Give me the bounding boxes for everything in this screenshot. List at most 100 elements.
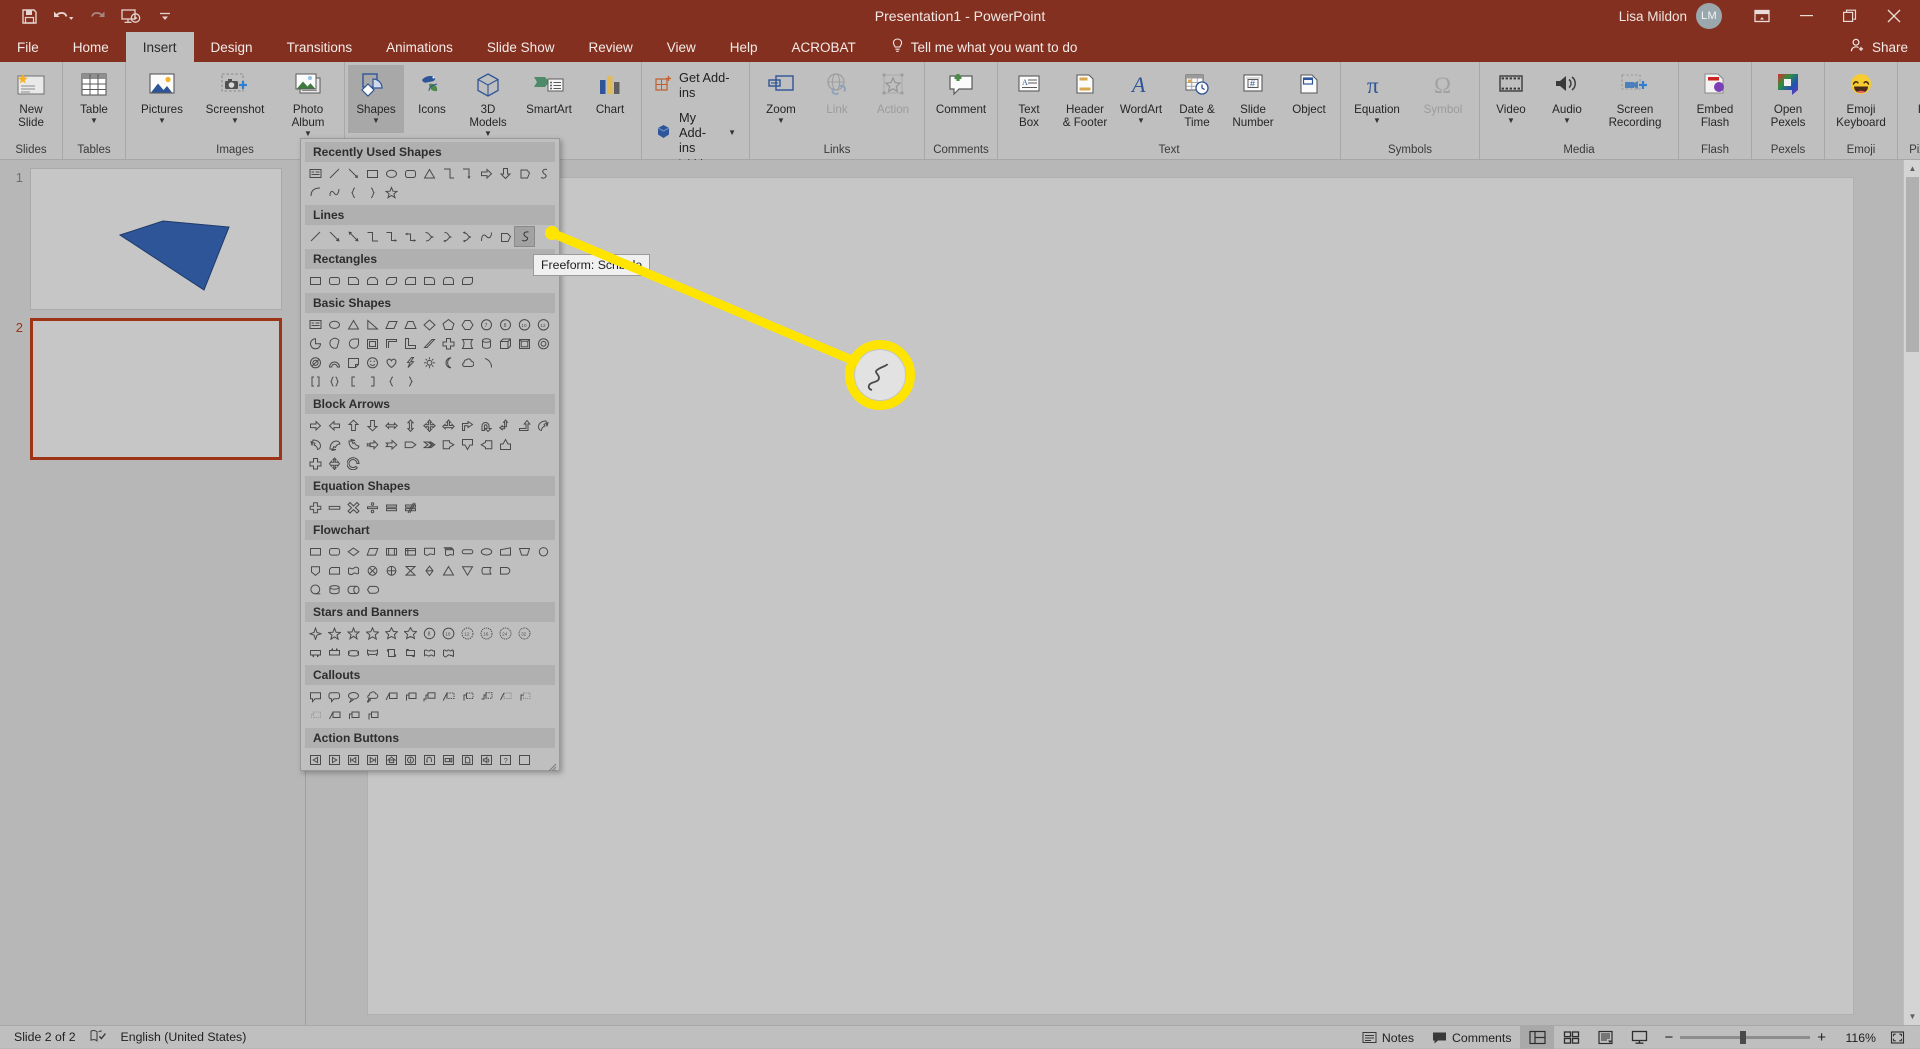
shape-snip-same-side-corner-rectangle[interactable] <box>363 271 382 290</box>
tab-review[interactable]: Review <box>571 32 649 62</box>
shape-line-callout-3-accent-bar[interactable] <box>477 687 496 706</box>
shape-snip-and-round-single-corner-rectangle[interactable] <box>401 271 420 290</box>
shape-octagon[interactable]: 8 <box>496 315 515 334</box>
shape-isosceles-triangle[interactable] <box>420 164 439 183</box>
chart-button[interactable]: Chart <box>582 65 638 133</box>
shape-flowchart-sort[interactable] <box>420 561 439 580</box>
shape-flowchart-card[interactable] <box>325 561 344 580</box>
shape-left-arrow-callout[interactable] <box>477 435 496 454</box>
shape-star-8-point[interactable] <box>382 624 401 643</box>
shape-right-triangle[interactable] <box>363 315 382 334</box>
chevron-down-icon[interactable]: ▼ <box>231 117 239 125</box>
fit-slide-to-window-button[interactable] <box>1880 1026 1914 1049</box>
shape-quad-arrow[interactable] <box>420 416 439 435</box>
tab-home[interactable]: Home <box>56 32 126 62</box>
shape-diamond[interactable] <box>420 315 439 334</box>
normal-view-button[interactable] <box>1520 1026 1554 1049</box>
shape-line-callout-2-accent-bar[interactable] <box>458 687 477 706</box>
chevron-down-icon[interactable]: ▼ <box>777 117 785 125</box>
shape-equal[interactable] <box>382 498 401 517</box>
shape-flowchart-punched-tape[interactable] <box>344 561 363 580</box>
shape-line-callout-3-no-border[interactable] <box>306 706 325 725</box>
chevron-down-icon[interactable]: ▼ <box>1563 117 1571 125</box>
shape-rectangle[interactable] <box>363 164 382 183</box>
shape-flowchart-off-page-connector[interactable] <box>306 561 325 580</box>
shape-elbow-double-arrow-connector[interactable] <box>401 227 420 246</box>
shape-left-brace[interactable] <box>382 372 401 391</box>
zoom-slider[interactable]: − + <box>1656 1029 1834 1046</box>
shape-flowchart-document[interactable] <box>420 542 439 561</box>
slide-show-view-button[interactable] <box>1622 1026 1656 1049</box>
shape-flowchart-collate[interactable] <box>401 561 420 580</box>
language-indicator[interactable]: English (United States) <box>121 1030 247 1044</box>
shape-plaque[interactable] <box>458 334 477 353</box>
object-button[interactable]: Object <box>1281 65 1337 133</box>
shape-pie[interactable] <box>306 334 325 353</box>
shape-curved-left-arrow[interactable] <box>306 435 325 454</box>
shape-flowchart-magnetic-disk[interactable] <box>325 580 344 599</box>
shape-can[interactable] <box>477 334 496 353</box>
shape-cloud[interactable] <box>458 353 477 372</box>
my-add-ins-button[interactable]: My Add-ins ▼ <box>651 108 740 157</box>
shape-folded-corner[interactable] <box>344 353 363 372</box>
shape-plus[interactable] <box>306 498 325 517</box>
scroll-down-icon[interactable]: ▼ <box>1904 1008 1920 1025</box>
shape-action-button-back[interactable] <box>306 750 325 769</box>
icons-button[interactable]: Icons <box>404 65 460 133</box>
shape-freeform-scribble[interactable] <box>515 227 534 246</box>
shape-cloud-callout[interactable] <box>363 687 382 706</box>
screen-recording-button[interactable]: Screen Recording <box>1595 65 1675 133</box>
shape-left-up-arrow[interactable] <box>496 416 515 435</box>
shape-bevel[interactable] <box>515 334 534 353</box>
shape-action-button-document[interactable] <box>458 750 477 769</box>
shape-curved-down-ribbon[interactable] <box>363 643 382 662</box>
zoom-out-button[interactable]: − <box>1664 1029 1673 1046</box>
shape-left-right-up-arrow[interactable] <box>439 416 458 435</box>
shape-star-16-point[interactable]: 10 <box>439 624 458 643</box>
shape-action-button-blank[interactable] <box>515 750 534 769</box>
shape-curved-right-arrow[interactable] <box>534 416 553 435</box>
tab-transitions[interactable]: Transitions <box>270 32 370 62</box>
shape-freeform-scribble[interactable] <box>534 164 553 183</box>
shape-left-right-arrow[interactable] <box>382 416 401 435</box>
minimize-button[interactable] <box>1784 0 1828 32</box>
shape-sun[interactable] <box>420 353 439 372</box>
shape-oval-callout[interactable] <box>344 687 363 706</box>
shape-up-down-arrow[interactable] <box>401 416 420 435</box>
slide-thumbnail-2[interactable] <box>30 318 282 460</box>
restore-button[interactable] <box>1828 0 1872 32</box>
shape-right-bracket[interactable] <box>363 372 382 391</box>
shape-line-arrow[interactable] <box>325 227 344 246</box>
embed-flash-button[interactable]: Embed Flash <box>1682 65 1748 133</box>
vertical-scrollbar[interactable]: ▲ ▼ <box>1903 160 1920 1025</box>
shape-trapezoid[interactable] <box>401 315 420 334</box>
shape-down-arrow[interactable] <box>363 416 382 435</box>
chevron-down-icon[interactable]: ▼ <box>158 117 166 125</box>
shape-flowchart-stored-data[interactable] <box>477 561 496 580</box>
tab-help[interactable]: Help <box>713 32 775 62</box>
shape-notched-right-arrow[interactable] <box>382 435 401 454</box>
shape-parallelogram[interactable] <box>382 315 401 334</box>
shape-flowchart-internal-storage[interactable] <box>401 542 420 561</box>
images-from-pixabay-button[interactable]: Images from Pixabay <box>1901 65 1920 133</box>
shape-explosion-2[interactable]: 32 <box>515 624 534 643</box>
shape-freeform-shape[interactable] <box>496 227 515 246</box>
shape-down-ribbon[interactable] <box>325 643 344 662</box>
shape-left-right-arrow-callout[interactable] <box>306 454 325 473</box>
shape-not-equal[interactable] <box>401 498 420 517</box>
shape-flowchart-process[interactable] <box>306 542 325 561</box>
shape-horizontal-scroll[interactable] <box>401 643 420 662</box>
shape-action-button-end[interactable] <box>363 750 382 769</box>
shape-left-bracket[interactable] <box>306 372 325 391</box>
shape-elbow-arrow-connector[interactable] <box>458 164 477 183</box>
shape-bent-up-arrow[interactable] <box>515 416 534 435</box>
shape-elbow-connector[interactable] <box>363 227 382 246</box>
tell-me-search[interactable]: Tell me what you want to do <box>873 32 1092 62</box>
shape-star-24-point[interactable]: 12 <box>458 624 477 643</box>
tab-slide-show[interactable]: Slide Show <box>470 32 572 62</box>
chevron-down-icon[interactable]: ▼ <box>1507 117 1515 125</box>
shape-flowchart-manual-input[interactable] <box>496 542 515 561</box>
shape-hexagon[interactable] <box>458 315 477 334</box>
shape-oval[interactable] <box>325 315 344 334</box>
shape-decagon[interactable]: 10 <box>515 315 534 334</box>
